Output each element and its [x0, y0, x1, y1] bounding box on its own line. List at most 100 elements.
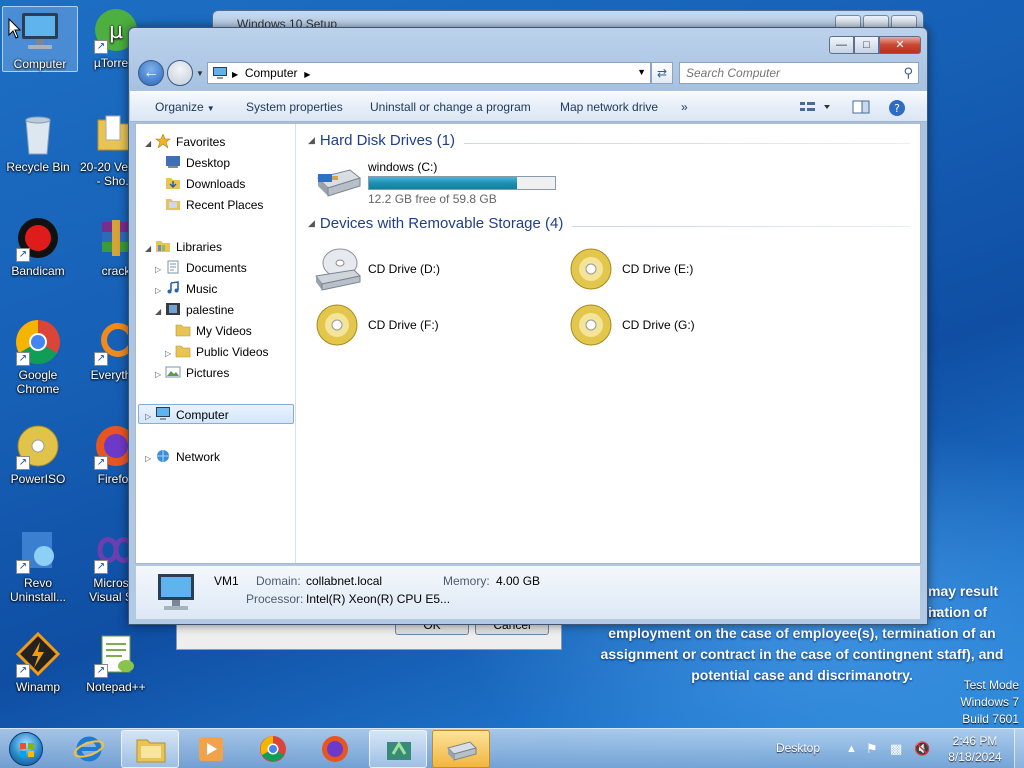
nav-documents[interactable]: ▷ Documents — [155, 258, 247, 278]
network-tray-icon[interactable]: ▩ — [890, 741, 902, 757]
change-view-button[interactable] — [798, 99, 834, 115]
chrome-icon: ↗ — [14, 318, 62, 366]
uninstall-program-button[interactable]: Uninstall or change a program — [370, 100, 531, 114]
maximize-button[interactable]: □ — [854, 36, 879, 54]
desktop-icon-winamp[interactable]: ↗ Winamp — [0, 630, 76, 694]
wallpaper-text-line-4: assignment or contract in the case of co… — [600, 646, 1004, 662]
nav-libraries[interactable]: ◢ Libraries — [145, 237, 222, 257]
taskbar-file-explorer[interactable] — [121, 730, 179, 768]
address-bar[interactable]: ▶ Computer ▶ ▼ — [207, 62, 651, 84]
expand-arrow-icon[interactable]: ▷ — [145, 407, 155, 427]
computer-icon — [16, 7, 64, 55]
show-desktop-button[interactable] — [1014, 729, 1024, 768]
nav-my-videos[interactable]: My Videos — [165, 321, 252, 341]
taskbar-setup[interactable] — [369, 730, 427, 768]
expand-arrow-icon[interactable]: ▷ — [165, 344, 175, 364]
recent-pages-dropdown[interactable]: ▼ — [196, 69, 204, 78]
system-properties-button[interactable]: System properties — [246, 100, 343, 114]
computer-name: VM1 — [214, 574, 239, 588]
collapse-arrow-icon[interactable]: ◢ — [155, 302, 165, 322]
volume-muted-icon[interactable]: 🔇 — [914, 741, 930, 757]
back-button[interactable]: ← — [138, 60, 164, 86]
desktop-icon-recycle-bin[interactable]: Recycle Bin — [0, 110, 76, 174]
nav-favorites[interactable]: ◢ Favorites — [145, 132, 225, 152]
wallpaper-text-line-3: employment on the case of employee(s), t… — [608, 625, 996, 641]
processor-label: Processor: — [246, 592, 304, 606]
group-header-hard-disks[interactable]: ◢ Hard Disk Drives (1) — [308, 132, 455, 149]
drive-d[interactable]: CD Drive (D:) — [314, 246, 554, 294]
chrome-icon — [257, 735, 289, 763]
revo-uninstaller-icon: ↗ — [14, 526, 62, 574]
hard-disk-icon — [314, 164, 362, 197]
collapse-arrow-icon[interactable]: ◢ — [145, 134, 155, 154]
nav-downloads[interactable]: Downloads — [155, 174, 245, 194]
search-box[interactable]: ⚲ — [679, 62, 919, 84]
taskbar-internet-explorer[interactable] — [60, 730, 118, 768]
nav-pictures[interactable]: ▷ Pictures — [155, 363, 229, 383]
desktop-icon-bandicam[interactable]: ↗ Bandicam — [0, 214, 76, 278]
expand-arrow-icon[interactable]: ▷ — [145, 449, 155, 469]
mouse-cursor-icon — [8, 17, 22, 43]
breadcrumb[interactable]: ▶ Computer ▶ — [232, 66, 310, 80]
content-area: ◢ Favorites Desktop Downloads Recent Plac… — [135, 123, 921, 564]
svg-text:µ: µ — [109, 19, 123, 44]
poweriso-icon: ↗ — [14, 422, 62, 470]
drive-f[interactable]: CD Drive (F:) — [314, 302, 554, 350]
start-button[interactable] — [4, 729, 48, 768]
close-button[interactable]: ✕ — [879, 36, 921, 54]
drive-c[interactable]: windows (C:) 12.2 GB free of 59.8 GB — [314, 160, 574, 206]
preview-pane-button[interactable] — [852, 99, 870, 115]
expand-arrow-icon[interactable]: ▷ — [155, 281, 165, 301]
video-library-icon — [165, 302, 181, 316]
details-pane: VM1 Domain: collabnet.local Memory: 4.00… — [135, 565, 921, 620]
nav-music[interactable]: ▷ Music — [155, 279, 217, 299]
taskbar-computer-window[interactable] — [432, 730, 490, 768]
desktop-icon-google-chrome[interactable]: ↗ Google Chrome — [0, 318, 76, 396]
desktop-toolbar-label[interactable]: Desktop — [776, 741, 820, 755]
clock[interactable]: 2:46 PM 8/18/2024 — [940, 733, 1010, 765]
show-hidden-icons-button[interactable]: ▲ — [846, 743, 857, 755]
nav-desktop[interactable]: Desktop — [155, 153, 230, 173]
taskbar-firefox[interactable] — [306, 730, 364, 768]
nav-public-videos[interactable]: ▷ Public Videos — [165, 342, 269, 362]
nav-label: Pictures — [186, 366, 230, 380]
search-input[interactable] — [680, 63, 890, 83]
windows-logo-icon — [9, 732, 43, 766]
nav-computer[interactable]: ▷ Computer — [138, 404, 294, 424]
desktop-icon-notepadpp[interactable]: ↗ Notepad++ — [78, 630, 154, 694]
map-network-drive-button[interactable]: Map network drive — [560, 100, 658, 114]
nav-palestine[interactable]: ◢ palestine — [155, 300, 234, 320]
organize-button[interactable]: Organize ▼ — [155, 100, 215, 114]
window-controls: — □ ✕ — [829, 36, 921, 54]
desktop-icon-label: Notepad++ — [86, 680, 146, 694]
collapse-arrow-icon[interactable]: ◢ — [308, 135, 315, 145]
nav-network[interactable]: ▷ Network — [145, 447, 220, 467]
drive-g[interactable]: CD Drive (G:) — [568, 302, 808, 350]
expand-arrow-icon[interactable]: ▷ — [155, 260, 165, 280]
desktop-icon-revo[interactable]: ↗ Revo Uninstall... — [0, 526, 76, 604]
refresh-button[interactable]: ⇄ — [651, 62, 673, 84]
group-divider — [572, 226, 910, 227]
desktop-icon-label: Google Chrome — [16, 368, 60, 396]
more-commands-button[interactable]: » — [681, 100, 688, 114]
command-bar: Organize ▼ System properties Uninstall or… — [130, 91, 927, 122]
taskbar-media-player[interactable] — [182, 730, 240, 768]
group-header-removable[interactable]: ◢ Devices with Removable Storage (4) — [308, 215, 563, 232]
collapse-arrow-icon[interactable]: ◢ — [145, 239, 155, 259]
nav-recent-places[interactable]: Recent Places — [155, 195, 263, 215]
desktop-icon-label: Revo Uninstall... — [9, 576, 67, 604]
action-center-flag-icon[interactable]: ⚑ — [866, 741, 878, 757]
help-icon[interactable]: ? — [888, 99, 906, 116]
breadcrumb-computer[interactable]: Computer — [245, 66, 298, 80]
nav-label: Desktop — [186, 156, 231, 170]
desktop-icon-poweriso[interactable]: ↗ PowerISO — [0, 422, 76, 486]
forward-button[interactable] — [167, 60, 193, 86]
minimize-button[interactable]: — — [829, 36, 854, 54]
address-dropdown-icon[interactable]: ▼ — [637, 67, 646, 77]
taskbar-chrome[interactable] — [244, 730, 302, 768]
collapse-arrow-icon[interactable]: ◢ — [308, 218, 315, 228]
drive-e[interactable]: CD Drive (E:) — [568, 246, 808, 294]
expand-arrow-icon[interactable]: ▷ — [155, 365, 165, 385]
desktop-icon-label: Computer — [13, 57, 67, 71]
firefox-icon — [319, 735, 351, 763]
